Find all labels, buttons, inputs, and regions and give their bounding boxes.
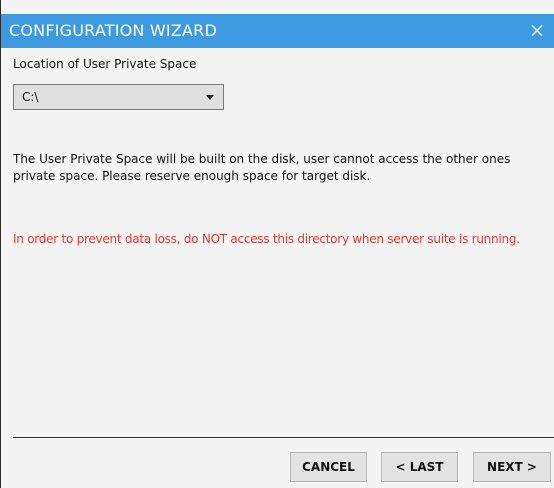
chevron-down-icon [206, 95, 214, 100]
next-button[interactable]: NEXT > [473, 452, 551, 482]
close-icon[interactable]: × [526, 18, 548, 42]
cancel-button[interactable]: CANCEL [290, 452, 367, 482]
footer-divider [13, 437, 554, 438]
title-bar: CONFIGURATION WIZARD × [1, 14, 554, 48]
info-text: The User Private Space will be built on … [13, 152, 511, 183]
window-title: CONFIGURATION WIZARD [9, 21, 217, 40]
last-button[interactable]: < LAST [381, 452, 458, 482]
warning-text: In order to prevent data loss, do NOT ac… [13, 232, 520, 246]
location-dropdown-value: C:\ [22, 90, 39, 104]
configuration-wizard-window: CONFIGURATION WIZARD × Location of User … [0, 0, 554, 488]
location-label: Location of User Private Space [13, 57, 197, 71]
location-dropdown[interactable]: C:\ [13, 84, 224, 110]
